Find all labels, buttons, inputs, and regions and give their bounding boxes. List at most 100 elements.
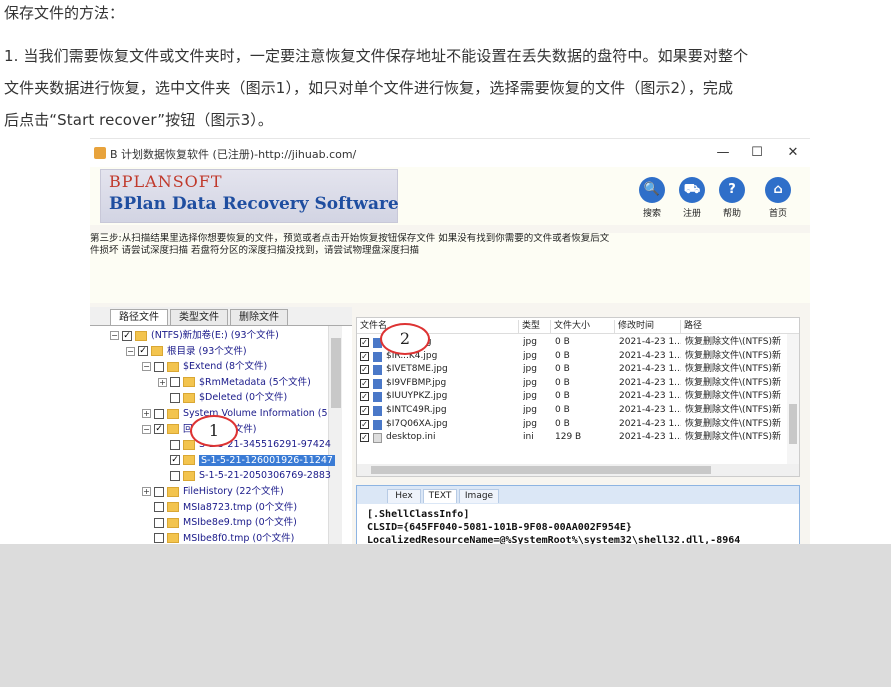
file-path: 恢复删除文件\(NTFS)新 (685, 364, 782, 375)
home-icon: ⌂ (765, 177, 791, 203)
folder-icon (167, 502, 179, 513)
file-path: 恢复删除文件\(NTFS)新 (685, 432, 782, 443)
column-header-path[interactable]: 路径 (681, 320, 787, 334)
tree-item-label: FileHistory (22个文件) (183, 486, 284, 497)
tree-checkbox[interactable]: ✓ (138, 346, 148, 357)
tree-checkbox[interactable] (170, 377, 180, 388)
tree-checkbox[interactable] (154, 533, 164, 544)
file-checkbox[interactable]: ✓ (360, 406, 369, 415)
tree-item-label: $RmMetadata (5个文件) (199, 376, 311, 388)
file-checkbox[interactable]: ✓ (360, 392, 369, 402)
expand-toggle-icon[interactable]: − (126, 346, 135, 356)
tree-item[interactable]: MSIbe8f0.tmp (0个文件) (142, 531, 294, 544)
tree-item[interactable]: S-1-5-21-345516291-97424 (158, 437, 331, 452)
maximize-button[interactable]: ☐ (746, 143, 768, 163)
tree-item[interactable]: + System Volume Information (5 (142, 406, 328, 421)
minimize-button[interactable]: — (712, 143, 734, 163)
file-list-horizontal-thumb[interactable] (371, 466, 711, 474)
tree-item[interactable]: ✓ S-1-5-21-126001926-11247 (158, 453, 335, 468)
preview-tab-hex[interactable]: Hex (387, 489, 421, 503)
tree-checkbox[interactable] (154, 361, 164, 372)
file-modified-time: 2021-4-23 1... (619, 418, 681, 429)
folder-icon (183, 455, 195, 466)
file-path: 恢复删除文件\(NTFS)新 (685, 350, 782, 361)
tree-checkbox[interactable] (154, 517, 164, 528)
tree-item[interactable]: MSIbe8e9.tmp (0个文件) (142, 515, 297, 530)
tree-checkbox[interactable]: ✓ (154, 424, 164, 435)
nav-button-0[interactable]: 🔍 搜索 (632, 177, 672, 219)
file-row[interactable]: ✓ $IUUYPKZ.jpg jpg 0 B 2021-4-23 1... 恢复删除文件\… (357, 390, 789, 404)
window-title: B 计划数据恢复软件 (已注册)-http://jihuab.com/ (110, 148, 357, 161)
file-row[interactable]: ✓ $IR...K4.jpg jpg 0 B 2021-4-23 1... 恢复删除文件\… (357, 350, 789, 364)
file-checkbox[interactable]: ✓ (360, 419, 369, 429)
file-checkbox[interactable]: ✓ (360, 378, 369, 388)
tree-item[interactable]: + FileHistory (22个文件) (142, 484, 284, 499)
tree-checkbox[interactable]: ✓ (170, 455, 180, 466)
tree-item-label: MSIbe8f0.tmp (0个文件) (183, 532, 295, 544)
column-header-size[interactable]: 文件大小 (551, 320, 615, 334)
nav-button-1[interactable]: ⛟ 注册 (672, 177, 712, 219)
expand-toggle-icon[interactable]: − (110, 331, 119, 340)
file-size: 129 B (555, 432, 582, 443)
expand-toggle-icon[interactable]: + (142, 487, 151, 496)
tree-checkbox[interactable] (170, 470, 180, 481)
file-checkbox[interactable]: ✓ (360, 365, 369, 375)
file-checkbox[interactable]: ✓ (360, 338, 369, 347)
folder-icon (167, 424, 179, 435)
tree-checkbox[interactable]: ✓ (122, 330, 132, 341)
nav-label: 帮助 (722, 209, 741, 219)
file-row[interactable]: ✓ desktop.ini ini 129 B 2021-4-23 1... 恢复删除文件… (357, 431, 789, 445)
file-size: 0 B (555, 337, 570, 347)
file-row[interactable]: ✓ $IVET8ME.jpg jpg 0 B 2021-4-23 1... 恢复删除文件\… (357, 363, 789, 377)
file-list-vertical-thumb[interactable] (789, 404, 797, 444)
file-type: jpg (523, 350, 537, 361)
nav-button-2[interactable]: ? 帮助 (712, 177, 752, 219)
tab-type-files[interactable]: 类型文件 (170, 309, 228, 325)
tree-checkbox[interactable] (170, 392, 180, 403)
column-header-type[interactable]: 类型 (519, 320, 551, 334)
article-line: 文件夹数据进行恢复，选中文件夹（图示1），如只对单个文件进行恢复，选择需要恢复的… (4, 79, 734, 97)
folder-icon (183, 392, 195, 403)
expand-toggle-icon[interactable]: − (142, 362, 151, 372)
tree-checkbox[interactable] (154, 408, 164, 419)
preview-tab-image[interactable]: Image (459, 489, 499, 503)
tree-checkbox[interactable] (154, 486, 164, 497)
tree-item[interactable]: − ✓ (NTFS)新加卷(E:) (93个文件) (110, 328, 279, 343)
folder-icon (183, 377, 195, 388)
file-type: jpg (523, 337, 537, 347)
tree-item[interactable]: MSIa8723.tmp (0个文件) (142, 500, 297, 515)
tab-path-files[interactable]: 路径文件 (110, 309, 168, 325)
file-checkbox[interactable]: ✓ (360, 433, 369, 443)
file-row[interactable]: ✓ $I7Q06XA.jpg jpg 0 B 2021-4-23 1... 恢复删除文件\… (357, 418, 789, 432)
tree-item[interactable]: S-1-5-21-2050306769-2883 (158, 468, 331, 483)
article-paragraph: 1. 当我们需要恢复文件或文件夹时，一定要注意恢复文件保存地址不能设置在丢失数据… (4, 40, 890, 136)
view-tabs: 路径文件 类型文件 删除文件 (90, 307, 352, 325)
tree-scrollbar[interactable] (328, 326, 342, 544)
nav-button-3[interactable]: ⌂ 首页 (758, 177, 798, 219)
tree-item[interactable]: − ✓ 根目录 (93个文件) (126, 344, 247, 359)
tree-item-label: $Extend (8个文件) (183, 361, 268, 373)
expand-toggle-icon[interactable]: + (158, 377, 167, 387)
preview-tab-text[interactable]: TEXT (423, 489, 457, 503)
title-bar: B 计划数据恢复软件 (已注册)-http://jihuab.com/ — ☐ … (90, 139, 810, 167)
tree-scroll-thumb[interactable] (331, 338, 341, 408)
column-header-time[interactable]: 修改时间 (615, 320, 681, 334)
image-file-icon (373, 378, 382, 389)
tree-item[interactable]: + $RmMetadata (5个文件) (158, 375, 311, 390)
file-list-horizontal-scrollbar[interactable] (357, 464, 799, 476)
tab-deleted-files[interactable]: 删除文件 (230, 309, 288, 325)
tree-item[interactable]: $Deleted (0个文件) (158, 390, 287, 405)
file-path: 恢复删除文件\(NTFS)新 (685, 391, 782, 402)
file-row[interactable]: ✓ $INTC49R.jpg jpg 0 B 2021-4-23 1... 恢复删除文件\… (357, 404, 789, 418)
instruction-text: 第三步:从扫描结果里选择你想要恢复的文件，预览或者点击开始恢复按钮保存文件 如果… (90, 233, 810, 303)
file-row[interactable]: ✓ $I9VFBMP.jpg jpg 0 B 2021-4-23 1... 恢复删除文件\… (357, 377, 789, 391)
file-checkbox[interactable]: ✓ (360, 351, 369, 361)
tree-item[interactable]: − $Extend (8个文件) (142, 359, 267, 374)
expand-toggle-icon[interactable]: + (142, 409, 151, 418)
file-modified-time: 2021-4-23 1... (619, 391, 681, 402)
tree-checkbox[interactable] (154, 502, 164, 513)
tree-checkbox[interactable] (170, 439, 180, 450)
close-button[interactable]: ✕ (782, 143, 804, 163)
tree-item-label: S-1-5-21-2050306769-2883 (199, 470, 331, 482)
expand-toggle-icon[interactable]: − (142, 424, 151, 434)
